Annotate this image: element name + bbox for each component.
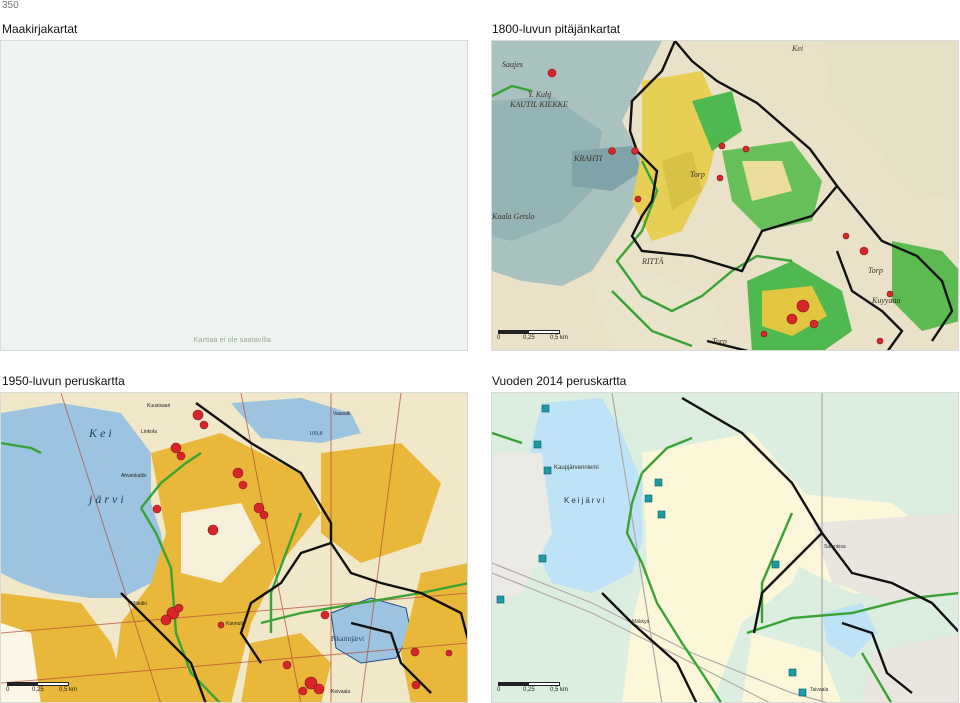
svg-text:KRAHTI: KRAHTI (573, 154, 602, 163)
svg-text:Kei: Kei (88, 426, 115, 440)
map-1950-graphic: Kei järvi Pikarinjärvi 109,8 Kuusisaari L… (1, 393, 467, 702)
scale-label-mid: 0,25 (523, 335, 535, 341)
svg-text:Salonkisa: Salonkisa (824, 544, 846, 550)
svg-text:Kuyyaaa: Kuyyaaa (871, 296, 900, 305)
maakirjakartat-panel: Karttaa ei ole saatavilla (0, 40, 468, 351)
svg-text:järvi: järvi (87, 492, 127, 506)
scale-bar: 0 0,25 0,5 km (497, 682, 588, 698)
svg-text:Pikarinjärvi: Pikarinjärvi (331, 635, 364, 643)
map-unavailable-note: Karttaa ei ole saatavilla (193, 337, 271, 344)
panel-title-maakirjakartat: Maakirjakartat (2, 22, 78, 36)
scale-label-mid: 0,25 (523, 687, 535, 693)
svg-text:Y. Kuhj: Y. Kuhj (528, 90, 552, 99)
map-1800-parish: Saajes Y. Kuhj KAUTIL KIEKKE KRAHTI Kaala G… (491, 40, 959, 351)
panel-title-1950-map: 1950-luvun peruskartta (2, 374, 125, 388)
scale-label-end: 0,5 km (59, 687, 78, 693)
svg-text:Kannula: Kannula (226, 621, 245, 627)
map-1800-graphic: Saajes Y. KuhjKAUTIL KIEKKE KRAHTI Kaala G… (492, 41, 958, 350)
svg-text:Taivaala: Taivaala (810, 687, 829, 693)
svg-text:Linkola: Linkola (141, 429, 157, 435)
svg-text:109,8: 109,8 (309, 431, 323, 437)
svg-text:Keivaala: Keivaala (331, 689, 350, 695)
page-number: 350 (2, 0, 19, 11)
scale-bar-graphic (498, 330, 560, 334)
scale-label-end: 0,5 km (550, 335, 569, 341)
svg-text:Saajes: Saajes (502, 60, 523, 69)
map-2014-basemap: Keijärvi Kaupjärvenniemi Mäkkyä Salonkis… (491, 392, 959, 703)
scale-bar: 0 0,25 0,5 km (6, 682, 97, 698)
svg-text:Kei: Kei (791, 44, 803, 53)
panel-title-1800-map: 1800-luvun pitäjänkartat (492, 22, 621, 36)
svg-text:Keijärvi: Keijärvi (564, 496, 606, 505)
svg-text:Ahvenkallio: Ahvenkallio (121, 473, 147, 479)
svg-text:Torp: Torp (690, 170, 705, 179)
svg-text:Mäkkyä: Mäkkyä (632, 619, 649, 625)
scale-label-0: 0 (497, 335, 501, 341)
svg-text:RITTÄ: RITTÄ (641, 257, 663, 266)
scale-bar-graphic (498, 682, 560, 686)
svg-text:Vaasalli: Vaasalli (333, 411, 350, 417)
svg-text:Mäkäki: Mäkäki (131, 601, 147, 607)
scale-label-mid: 0,25 (32, 687, 44, 693)
svg-text:Kuusisaari: Kuusisaari (147, 403, 170, 409)
svg-text:Kaala Getslo: Kaala Getslo (492, 212, 534, 221)
map-2014-graphic: Keijärvi Kaupjärvenniemi Mäkkyä Salonkis… (492, 393, 958, 702)
panel-title-2014-map: Vuoden 2014 peruskartta (492, 374, 627, 388)
map-1950-basemap: Kei järvi Pikarinjärvi 109,8 Kuusisaari L… (0, 392, 468, 703)
scale-label-0: 0 (497, 687, 501, 693)
svg-text:Kaupjärvenniemi: Kaupjärvenniemi (554, 465, 599, 471)
scale-bar-graphic (7, 682, 69, 686)
svg-text:KAUTIL KIEKKE: KAUTIL KIEKKE (509, 100, 568, 109)
scale-label-0: 0 (6, 687, 10, 693)
scale-label-end: 0,5 km (550, 687, 569, 693)
svg-text:Torp: Torp (868, 266, 883, 275)
svg-text:Torp: Torp (712, 337, 727, 346)
scale-bar: 0 0,25 0,5 km (497, 330, 588, 346)
